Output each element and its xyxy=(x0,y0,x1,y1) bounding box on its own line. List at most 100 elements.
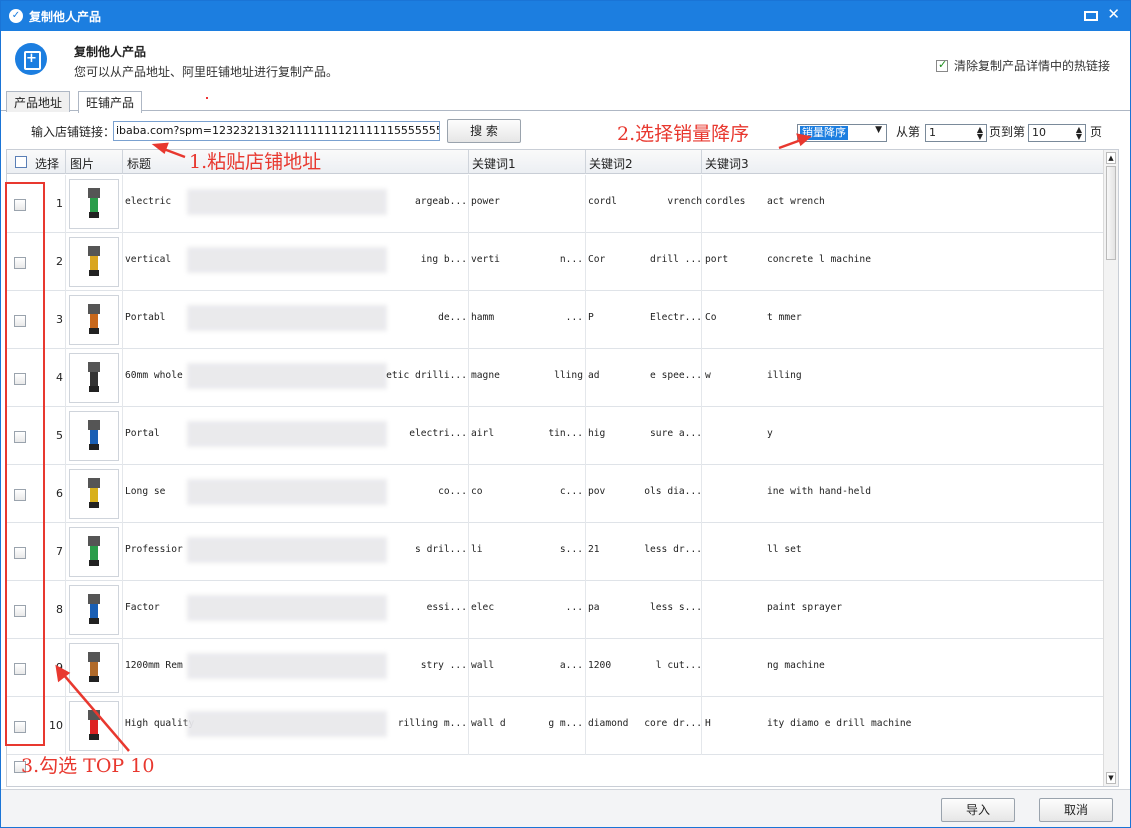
table-row[interactable]: 8 Factor essi... elec ... pa less s... p… xyxy=(7,581,1104,639)
col-keyword3: 关键词3 xyxy=(705,157,749,171)
redacted-title xyxy=(187,305,387,331)
keyword2-cell-start: 21 xyxy=(588,544,600,555)
keyword1-cell-end: c... xyxy=(559,486,583,497)
title-cell-end: ing b... xyxy=(420,254,467,265)
scroll-up-icon[interactable]: ▲ xyxy=(1106,152,1116,164)
table-row[interactable]: 2 vertical ing b... verti n... Cor drill… xyxy=(7,233,1104,291)
product-image xyxy=(69,237,119,287)
clear-hotlink-label: 清除复制产品详情中的热链接 xyxy=(953,59,1110,73)
keyword3-cell-start: port xyxy=(705,254,729,265)
keyword3-cell-end: concrete l machine xyxy=(767,254,871,265)
window-title: 复制他人产品 xyxy=(29,10,102,24)
title-cell-end: essi... xyxy=(426,602,467,613)
keyword3-cell-start: cordles xyxy=(705,196,746,207)
keyword3-cell-start: H xyxy=(705,718,711,729)
keyword1-cell-start: li xyxy=(471,544,483,555)
to-page-label: 页到第 xyxy=(989,125,1026,139)
keyword1-cell-end: n... xyxy=(559,254,583,265)
product-tool-icon xyxy=(88,478,100,508)
keyword2-cell-start: Cor xyxy=(588,254,606,265)
product-image xyxy=(69,411,119,461)
select-all-checkbox[interactable] xyxy=(15,156,27,168)
redacted-title xyxy=(187,421,387,447)
page-suffix-label: 页 xyxy=(1090,125,1103,139)
table-row[interactable]: 10 High quality rilling m... wall d g m.… xyxy=(7,697,1104,755)
table-row[interactable]: 5 Portal electri... airl tin... hig sure… xyxy=(7,407,1104,465)
keyword2-cell-start: hig xyxy=(588,428,606,439)
table-row[interactable]: 1 electric argeab... power cordl vrench … xyxy=(7,175,1104,233)
keyword3-cell-end: ine with hand-held xyxy=(767,486,871,497)
keyword3-cell-end: t mmer xyxy=(767,312,802,323)
keyword2-cell-end: less dr... xyxy=(644,544,702,555)
keyword2-cell-end: vrench xyxy=(667,196,702,207)
shop-url-input[interactable]: ibaba.com?spm=12323213132111111112111111… xyxy=(113,121,440,141)
keyword3-cell-start: w xyxy=(705,370,711,381)
title-bar[interactable]: ✓ 复制他人产品 ✕ xyxy=(1,1,1130,31)
product-image xyxy=(69,469,119,519)
keyword2-cell-start: diamond xyxy=(588,718,629,729)
keyword3-cell-end: paint sprayer xyxy=(767,602,843,613)
keyword1-cell-end: g m... xyxy=(548,718,583,729)
checkbox-checked-icon[interactable] xyxy=(935,58,948,72)
annotation-step3: 3.勾选 TOP 10 xyxy=(21,755,155,777)
close-button[interactable]: ✕ xyxy=(1107,5,1120,23)
title-cell-end: etic drilli... xyxy=(386,370,467,381)
title-cell-end: stry ... xyxy=(420,660,467,671)
product-tool-icon xyxy=(88,304,100,334)
vertical-scrollbar[interactable]: ▲ ▼ xyxy=(1103,150,1118,786)
title-cell-end: rilling m... xyxy=(397,718,467,729)
keyword2-cell-start: ad xyxy=(588,370,600,381)
product-image xyxy=(69,585,119,635)
redacted-title xyxy=(187,537,387,563)
product-tool-icon xyxy=(88,362,100,392)
keyword1-cell-start: verti xyxy=(471,254,500,265)
keyword1-cell-start: wall xyxy=(471,660,495,671)
to-page-input[interactable]: 10 ▲ ▼ xyxy=(1028,124,1086,142)
dialog-footer: 导入 取消 xyxy=(1,789,1130,827)
table-row[interactable]: 3 Portabl de... hamm ... P Electr... Co … xyxy=(7,291,1104,349)
product-tool-icon xyxy=(88,652,100,682)
from-page-input[interactable]: 1 ▲ ▼ xyxy=(925,124,987,142)
keyword3-cell-start: Co xyxy=(705,312,717,323)
redacted-title xyxy=(187,247,387,273)
table-row[interactable]: 6 Long se co... co c... pov ols dia... i… xyxy=(7,465,1104,523)
copy-product-icon xyxy=(15,43,47,75)
product-tool-icon xyxy=(88,246,100,276)
table-row[interactable] xyxy=(7,755,1104,786)
col-select: 选择 xyxy=(35,157,60,171)
cancel-button[interactable]: 取消 xyxy=(1039,798,1113,822)
table-row[interactable]: 9 1200mm Rem stry ... wall a... 1200 l c… xyxy=(7,639,1104,697)
search-button[interactable]: 搜 索 xyxy=(447,119,521,143)
scroll-thumb[interactable] xyxy=(1106,166,1116,260)
tab-product-url[interactable]: 产品地址 xyxy=(6,91,71,112)
title-cell-end: electri... xyxy=(409,428,467,439)
keyword2-cell-start: pa xyxy=(588,602,600,613)
marker-dot xyxy=(206,97,208,99)
spinner-icon[interactable]: ▲ ▼ xyxy=(977,126,983,141)
table-row[interactable]: 7 Professior s dril... li s... 21 less d… xyxy=(7,523,1104,581)
chevron-down-icon[interactable]: ▼ xyxy=(875,125,882,135)
keyword2-cell-end: less s... xyxy=(650,602,702,613)
col-image: 图片 xyxy=(70,157,95,171)
keyword2-cell-end: drill ... xyxy=(650,254,702,265)
scroll-down-icon[interactable]: ▼ xyxy=(1106,772,1116,784)
title-cell-end: argeab... xyxy=(415,196,467,207)
keyword1-cell-start: hamm xyxy=(471,312,495,323)
keyword3-cell-end: illing xyxy=(767,370,802,381)
col-keyword2: 关键词2 xyxy=(589,157,633,171)
product-tool-icon xyxy=(88,710,100,740)
redacted-title xyxy=(187,363,387,389)
spinner-icon[interactable]: ▲ ▼ xyxy=(1076,126,1082,141)
dialog-header: 复制他人产品 您可以从产品地址、阿里旺铺地址进行复制产品。 清除复制产品详情中的… xyxy=(1,31,1130,89)
product-tool-icon xyxy=(88,536,100,566)
keyword2-cell-end: Electr... xyxy=(650,312,702,323)
annotation-step1: 1.粘贴店铺地址 xyxy=(189,151,322,173)
table-row[interactable]: 4 60mm whole etic drilli... magne lling … xyxy=(7,349,1104,407)
clear-hotlink-checkbox[interactable]: 清除复制产品详情中的热链接 xyxy=(935,57,1110,74)
tab-shop-products[interactable]: 旺铺产品 xyxy=(78,91,143,113)
minimize-button[interactable] xyxy=(1082,7,1098,21)
product-image xyxy=(69,701,119,751)
product-image xyxy=(69,353,119,403)
import-button[interactable]: 导入 xyxy=(941,798,1015,822)
sort-select[interactable]: 销量降序 ▼ xyxy=(797,124,887,142)
